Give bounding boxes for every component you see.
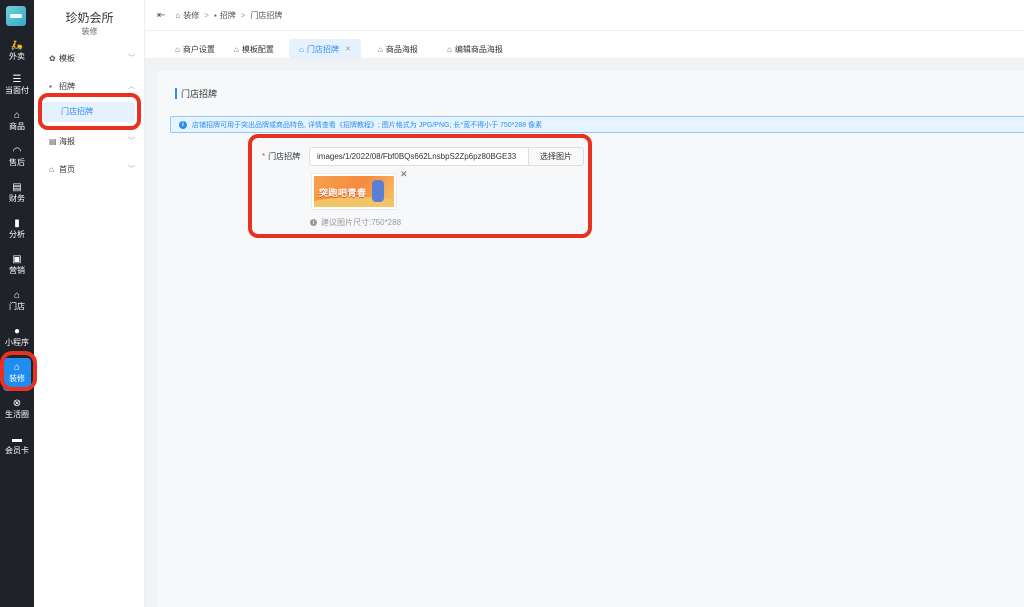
tab-store-sign[interactable]: ⌂ 门店招牌 ✕ [289, 39, 361, 59]
app-logo[interactable] [6, 6, 26, 26]
tab-edit-goods-poster[interactable]: ⌂ 编辑商品海报 [437, 39, 513, 59]
chevron-down-icon: ﹀ [128, 166, 135, 173]
breadcrumb-item[interactable]: ⌂ 装修 [175, 10, 199, 21]
rail-item-analysis[interactable]: ▮ 分析 [0, 218, 34, 240]
store-icon: ⌂ [13, 290, 21, 301]
rail-item-goods[interactable]: ⌂ 商品 [0, 110, 34, 132]
choose-image-button[interactable]: 选择图片 [528, 148, 583, 165]
shop-icon: ⌂ [378, 44, 383, 54]
chevron-up-icon: ︿ [128, 83, 135, 90]
sign-icon: ▪ [49, 81, 52, 91]
tab-goods-poster[interactable]: ⌂ 商品海报 [368, 39, 428, 59]
card-icon: ▬ [12, 434, 22, 445]
rail-item-marketing[interactable]: ▣ 营销 [0, 254, 34, 276]
chevron-down-icon: ﹀ [128, 138, 135, 145]
home-icon: ⌂ [49, 164, 54, 174]
banner-thumbnail: 突跑吧青春 [314, 176, 394, 207]
rail-item-store[interactable]: ⌂ 门店 [0, 290, 34, 312]
scooter-icon: 🛵 [10, 40, 24, 51]
shop-icon: ⌂ [175, 44, 180, 54]
required-mark: * [262, 152, 266, 161]
rail-item-finance[interactable]: ▤ 财务 [0, 182, 34, 204]
close-icon[interactable]: ✕ [345, 45, 351, 53]
shop-icon: ⌂ [299, 44, 304, 54]
rail-item-member-card[interactable]: ▬ 会员卡 [0, 434, 34, 456]
shop-icon: ⌂ [234, 44, 239, 54]
section-title: 门店招牌 [175, 87, 217, 99]
tab-template-config[interactable]: ⌂ 模板配置 [224, 39, 284, 59]
shop-icon: ⌂ [13, 110, 21, 121]
section-name: 装修 [81, 27, 98, 36]
app-rail: 🛵 外卖 ☰ 当面付 ⌂ 商品 ◠ 售后 ▤ 财务 ▮ 分析 ▣ 营销 ⌂ 门店… [0, 0, 34, 607]
sidebar-group-poster[interactable]: ▤ 海报 ﹀ [49, 134, 135, 148]
shop-icon: ⌂ [447, 44, 452, 54]
tab-merchant-settings[interactable]: ⌂ 商户设置 [165, 39, 225, 59]
store-name: 珍奶会所 [65, 11, 114, 25]
breadcrumb-current: 门店招牌 [250, 10, 283, 20]
store-sign-label: * 门店招牌 [262, 152, 301, 161]
rail-item-life-circle[interactable]: ⊗ 生活圈 [0, 398, 34, 420]
tab-bar: ⌂ 商户设置 ⌂ 模板配置 ⌂ 门店招牌 ✕ ⌂ 商品海报 ⌂ 编辑商品海报 [145, 31, 1024, 59]
banner-text: 突跑吧青春 [319, 188, 367, 198]
rail-item-after-sales[interactable]: ◠ 售后 [0, 146, 34, 168]
sidebar-group-sign[interactable]: ▪ 招牌 ︿ [49, 79, 135, 93]
chart-icon: ▮ [14, 218, 20, 229]
poster-icon: ▤ [49, 136, 57, 146]
remove-image-icon[interactable]: ✕ [400, 169, 408, 180]
rail-item-mini-program[interactable]: ● 小程序 [0, 326, 34, 348]
rail-item-takeout[interactable]: 🛵 外卖 [0, 40, 34, 62]
image-preview[interactable]: 突跑吧青春 [311, 173, 397, 210]
image-path-input[interactable] [310, 148, 528, 165]
circle-icon: ⊗ [12, 398, 22, 409]
store-sign-field: 选择图片 [309, 147, 584, 166]
top-header: ⇤ ⌂ 装修 > ▪ 招牌 > 门店招牌 [145, 0, 1024, 31]
decor-icon: ⌂ [175, 10, 181, 20]
menu-collapse-icon[interactable]: ⇤ [157, 10, 165, 21]
info-alert: i 店铺招牌可用于突出品牌或商品特色, 详情查看《招牌教程》; 图片格式为 JP… [170, 116, 1024, 133]
sign-icon: ▪ [213, 10, 217, 20]
info-icon: i [310, 219, 317, 226]
gift-icon: ▣ [12, 254, 22, 265]
breadcrumb-separator: > [240, 10, 246, 20]
list-icon: ☰ [12, 74, 22, 85]
gear-icon: ✿ [49, 53, 56, 63]
size-hint: i 建议图片尺寸:750*288 [310, 217, 401, 228]
sidebar-group-home[interactable]: ⌂ 首页 ﹀ [49, 162, 135, 176]
wechat-icon: ● [13, 326, 21, 337]
rail-item-face-pay[interactable]: ☰ 当面付 [0, 74, 34, 96]
sidebar-group-template[interactable]: ✿ 模板 ﹀ [49, 51, 135, 65]
chevron-down-icon: ﹀ [128, 55, 135, 62]
breadcrumb-separator: > [204, 10, 209, 20]
decor-icon: ⌂ [13, 362, 21, 373]
breadcrumb-item[interactable]: ▪ 招牌 [214, 10, 236, 21]
finance-icon: ▤ [12, 182, 22, 193]
headset-icon: ◠ [12, 146, 22, 157]
rail-item-decor[interactable]: ⌂ 装修 [0, 358, 34, 391]
info-icon: i [179, 120, 187, 129]
runner-figure-icon [372, 180, 384, 202]
sidebar-item-store-sign[interactable]: 门店招牌 [42, 102, 135, 122]
